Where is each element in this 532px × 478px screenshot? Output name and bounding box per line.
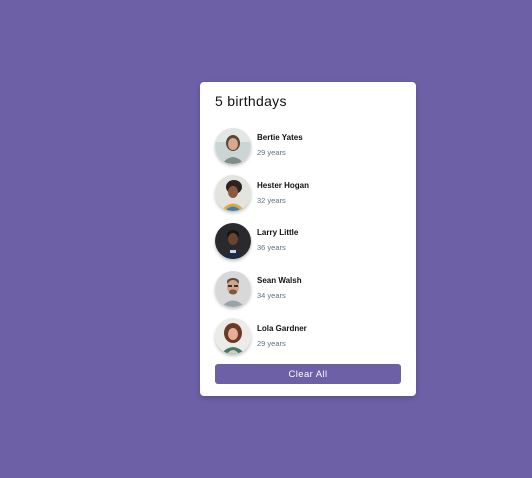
avatar (215, 318, 251, 355)
card-title: 5 birthdays (215, 93, 287, 109)
list-item: Sean Walsh 34 years (215, 265, 401, 313)
birthday-list: Bertie Yates 29 years Hester Hogan 32 ye… (215, 122, 401, 360)
list-item: Larry Little 36 years (215, 217, 401, 265)
clear-all-button[interactable]: Clear All (215, 364, 401, 384)
person-name: Lola Gardner (257, 323, 307, 333)
person-info: Lola Gardner 29 years (257, 324, 307, 349)
person-avatar-icon (215, 270, 251, 307)
person-age: 36 years (257, 243, 286, 253)
person-info: Larry Little 36 years (257, 228, 298, 253)
list-item: Lola Gardner 29 years (215, 312, 401, 360)
person-info: Sean Walsh 34 years (257, 276, 302, 301)
person-name: Hester Hogan (257, 180, 310, 190)
list-item: Hester Hogan 32 years (215, 170, 401, 218)
person-age: 29 years (257, 338, 286, 348)
person-age: 34 years (257, 291, 286, 301)
person-name: Sean Walsh (257, 276, 302, 286)
person-info: Hester Hogan 32 years (257, 181, 309, 206)
list-item: Bertie Yates 29 years (215, 122, 401, 170)
person-avatar-icon (215, 222, 251, 259)
person-info: Bertie Yates 29 years (257, 133, 303, 158)
person-age: 32 years (257, 195, 286, 205)
avatar (215, 127, 251, 164)
avatar (215, 270, 251, 307)
avatar (215, 175, 251, 212)
person-name: Larry Little (257, 228, 299, 238)
person-age: 29 years (257, 148, 286, 158)
person-name: Bertie Yates (257, 133, 303, 143)
person-avatar-icon (215, 318, 251, 355)
page-background: { "card": { "title": "5 birthdays" }, "p… (0, 0, 532, 478)
avatar (215, 222, 251, 259)
birthday-card: 5 birthdays Bertie Yates 29 years Hester… (200, 82, 416, 396)
person-avatar-icon (215, 175, 251, 212)
person-avatar-icon (215, 127, 251, 164)
